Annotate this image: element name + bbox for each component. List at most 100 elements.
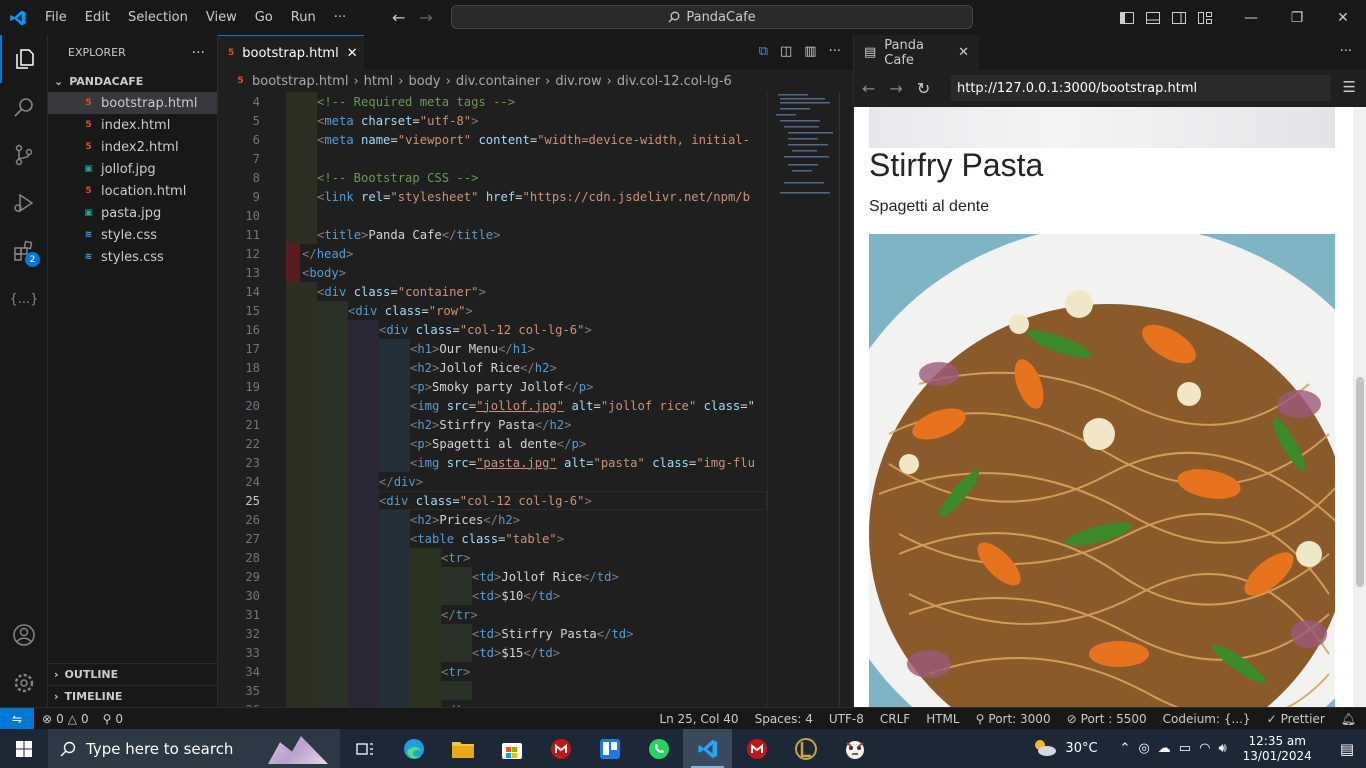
more-actions-icon[interactable]: ··· [829, 44, 841, 59]
code-line[interactable]: 9 <link rel="stylesheet" href="https://cd… [218, 187, 767, 206]
menu-more[interactable]: ··· [325, 10, 355, 25]
code-line[interactable]: 8 <!-- Bootstrap CSS --> [218, 168, 767, 187]
breadcrumb-item[interactable]: div.container [456, 74, 540, 89]
volume-icon[interactable]: 🔊︎ [1218, 741, 1226, 756]
ports-indicator[interactable]: ⚲ 0 [103, 712, 123, 726]
back-arrow-icon[interactable]: ← [392, 8, 405, 27]
edge-browser-icon[interactable] [389, 729, 438, 768]
file-item[interactable]: ▣ jollof.jpg [48, 158, 217, 180]
code-line[interactable]: 14 <div class="container"> [218, 282, 767, 301]
taskbar-search[interactable]: Type here to search [48, 729, 340, 768]
minimap[interactable] [767, 92, 839, 707]
breadcrumb-item[interactable]: div.row [555, 74, 601, 89]
tab-panda-cafe[interactable]: ▤ Panda Cafe ✕ [854, 35, 979, 70]
task-view-icon[interactable] [340, 729, 389, 768]
file-item[interactable]: 5 location.html [48, 180, 217, 202]
vscode-taskbar-icon[interactable] [683, 729, 732, 768]
code-line[interactable]: 27 <table class="table"> [218, 529, 767, 548]
close-icon[interactable]: ✕ [958, 45, 969, 60]
code-line[interactable]: 19 <p>Smoky party Jollof</p> [218, 377, 767, 396]
explorer-icon[interactable] [0, 35, 48, 83]
cursor-position[interactable]: Ln 25, Col 40 [659, 712, 738, 726]
battery-icon[interactable]: ▭ [1179, 741, 1191, 756]
forward-arrow-icon[interactable]: → [419, 8, 432, 27]
file-item[interactable]: 5 index.html [48, 114, 217, 136]
code-line[interactable]: 21 <h2>Stirfry Pasta</h2> [218, 415, 767, 434]
code-line[interactable]: 33 <td>$15</td> [218, 643, 767, 662]
manage-gear-icon[interactable] [0, 659, 48, 707]
toggle-panel-icon[interactable] [1140, 0, 1166, 35]
code-line[interactable]: 26 <h2>Prices</h2> [218, 510, 767, 529]
code-line[interactable]: 28 <tr> [218, 548, 767, 567]
minimize-button[interactable]: — [1228, 0, 1274, 35]
file-item[interactable]: 5 index2.html [48, 136, 217, 158]
menu-edit[interactable]: Edit [76, 10, 119, 25]
extensions-icon[interactable]: 2 [0, 227, 48, 275]
microsoft-store-icon[interactable] [487, 729, 536, 768]
code-line[interactable]: 5 <meta charset="utf-8"> [218, 111, 767, 130]
onedrive-cloud-icon[interactable]: ☁ [1158, 741, 1171, 756]
editor-scrollbar[interactable] [839, 92, 853, 707]
split-editor-icon[interactable]: ▥ [804, 44, 816, 59]
reload-icon[interactable]: ↻ [917, 79, 930, 98]
open-in-browser-icon[interactable]: ☰ [1343, 78, 1356, 96]
source-control-icon[interactable] [0, 131, 48, 179]
code-line[interactable]: 34 <tr> [218, 662, 767, 681]
wifi-icon[interactable]: ◠ [1199, 741, 1210, 756]
account-icon[interactable] [0, 611, 48, 659]
restore-button[interactable]: ❐ [1274, 0, 1320, 35]
folder-pandacafe[interactable]: ⌄ PANDACAFE [48, 70, 217, 92]
file-item[interactable]: ≋ styles.css [48, 246, 217, 268]
breadcrumb-item[interactable]: bootstrap.html [252, 74, 348, 89]
code-line[interactable]: 4 <!-- Required meta tags --> [218, 92, 767, 111]
webpage-scroll-thumb[interactable] [1356, 377, 1364, 587]
file-item[interactable]: ▣ pasta.jpg [48, 202, 217, 224]
remote-indicator-icon[interactable]: ⇋ [0, 707, 34, 730]
forward-arrow-icon[interactable]: → [889, 79, 902, 98]
code-line[interactable]: 17 <h1>Our Menu</h1> [218, 339, 767, 358]
game-app-icon[interactable] [830, 729, 879, 768]
code-line[interactable]: 11 <title>Panda Cafe</title> [218, 225, 767, 244]
end-of-line[interactable]: CRLF [880, 712, 910, 726]
tab-bootstrap-html[interactable]: 5 bootstrap.html ✕ [218, 35, 364, 70]
app-tray-icon[interactable]: ◎ [1138, 741, 1149, 756]
notifications-bell-icon[interactable]: 🔔︎ [1341, 712, 1356, 726]
toggle-secondary-sidebar-icon[interactable] [1166, 0, 1192, 35]
menu-go[interactable]: Go [246, 10, 282, 25]
notifications-icon[interactable]: ▤ [1328, 740, 1366, 758]
outline-section[interactable]: › OUTLINE [48, 663, 218, 685]
trello-icon[interactable] [585, 729, 634, 768]
code-line[interactable]: 36</tr> [218, 700, 767, 707]
code-line[interactable]: 15 <div class="row"> [218, 301, 767, 320]
breadcrumb-item[interactable]: div.col-12.col-lg-6 [617, 74, 732, 89]
menu-run[interactable]: Run [282, 10, 325, 25]
code-line[interactable]: 24 </div> [218, 472, 767, 491]
code-line[interactable]: 32 <td>Stirfry Pasta</td> [218, 624, 767, 643]
code-line[interactable]: 20 <img src="jollof.jpg" alt="jollof rice… [218, 396, 767, 415]
league-of-legends-icon[interactable] [781, 729, 830, 768]
breadcrumb-item[interactable]: body [408, 74, 440, 89]
temperature[interactable]: 30°C [1065, 741, 1097, 756]
back-arrow-icon[interactable]: ← [862, 79, 875, 98]
close-button[interactable]: ✕ [1320, 0, 1366, 35]
file-item[interactable]: ≋ style.css [48, 224, 217, 246]
language-mode[interactable]: HTML [926, 712, 959, 726]
explorer-more-button[interactable]: ··· [192, 45, 205, 61]
customize-layout-icon[interactable] [1192, 0, 1218, 35]
menu-selection[interactable]: Selection [119, 10, 197, 25]
code-line[interactable]: 35 [218, 681, 767, 700]
weather-icon[interactable] [1031, 737, 1057, 761]
code-line[interactable]: 23 <img src="pasta.jpg" alt="pasta" class… [218, 453, 767, 472]
code-line[interactable]: 22 <p>Spagetti al dente</p> [218, 434, 767, 453]
open-preview-icon[interactable]: ⧉ [759, 44, 768, 59]
code-line[interactable]: 31 </tr> [218, 605, 767, 624]
clock[interactable]: 12:35 am 13/01/2024 [1235, 734, 1320, 764]
toggle-primary-sidebar-icon[interactable] [1114, 0, 1140, 35]
code-line[interactable]: 18 <h2>Jollof Rice</h2> [218, 358, 767, 377]
indentation[interactable]: Spaces: 4 [755, 712, 813, 726]
timeline-section[interactable]: › TIMELINE [48, 685, 218, 707]
menu-view[interactable]: View [197, 10, 246, 25]
breadcrumb-item[interactable]: html [364, 74, 394, 89]
prettier-status[interactable]: ✓ Prettier [1267, 712, 1325, 726]
code-line[interactable]: 6 <meta name="viewport" content="width=de… [218, 130, 767, 149]
